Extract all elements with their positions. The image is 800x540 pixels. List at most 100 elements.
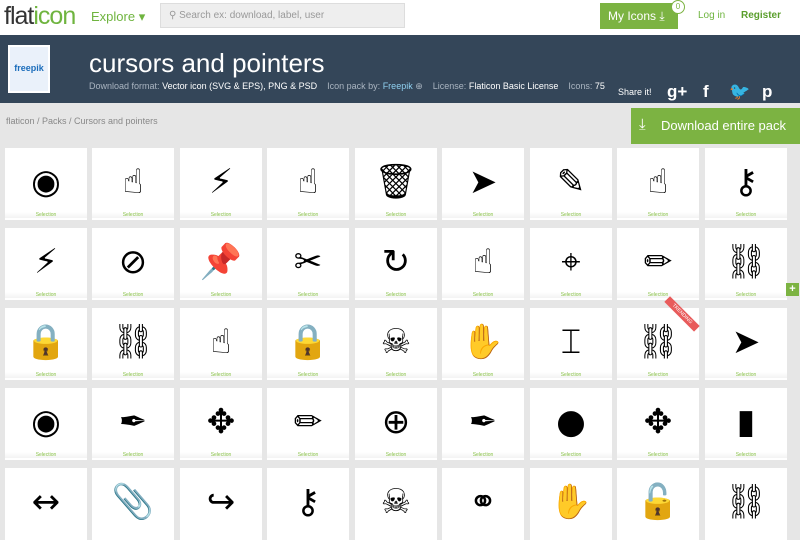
selection-label[interactable]: Selection — [617, 212, 699, 218]
selection-label[interactable]: Selection — [355, 292, 437, 298]
author-link[interactable]: Freepik — [383, 81, 413, 91]
icon-tile[interactable]: ☝ Selection — [442, 228, 524, 300]
icon-tile[interactable]: ⚡ Selection — [180, 148, 262, 220]
icon-tile[interactable]: ✏ Selection — [267, 388, 349, 460]
arrow-cursor-icon: ➤ — [468, 162, 498, 202]
icon-tile[interactable]: ✎ Selection — [530, 148, 612, 220]
icon-tile[interactable]: ✂ Selection — [267, 228, 349, 300]
selection-label[interactable]: Selection — [180, 212, 262, 218]
icon-tile[interactable]: ◉ Selection — [5, 148, 87, 220]
selection-label[interactable]: Selection — [5, 372, 87, 378]
selection-label[interactable]: Selection — [180, 292, 262, 298]
icon-tile[interactable]: ☠ — [355, 468, 437, 540]
icon-tile[interactable]: ↻ Selection — [355, 228, 437, 300]
my-icons-button[interactable]: My Icons ⤓ — [600, 3, 678, 29]
icon-tile[interactable]: ☝ Selection — [267, 148, 349, 220]
icon-tile[interactable]: ● Selection — [530, 388, 612, 460]
icon-tile[interactable]: ⚡ Selection — [5, 228, 87, 300]
selection-label[interactable]: Selection — [617, 372, 699, 378]
selection-label[interactable]: Selection — [92, 452, 174, 458]
icon-tile[interactable]: 🔒 Selection — [267, 308, 349, 380]
selection-label[interactable]: Selection — [617, 452, 699, 458]
icon-tile[interactable]: ✋ Selection — [442, 308, 524, 380]
pack-author-logo[interactable]: freepik — [8, 45, 50, 93]
selection-label[interactable]: Selection — [92, 292, 174, 298]
icon-tile[interactable]: ⛓ Selection TRENDING — [617, 296, 700, 380]
selection-label[interactable]: Selection — [5, 452, 87, 458]
icon-tile[interactable]: 🗑 Selection — [355, 148, 437, 220]
selection-label[interactable]: Selection — [355, 372, 437, 378]
icon-tile[interactable]: ⚷ — [267, 468, 349, 540]
selection-label[interactable]: Selection — [92, 372, 174, 378]
plus-icon[interactable]: + — [786, 283, 799, 296]
pinterest-icon[interactable]: p — [762, 82, 772, 102]
icon-tile[interactable]: 📎 — [92, 468, 174, 540]
keyhole-icon: ● — [556, 402, 586, 442]
icon-tile[interactable]: ✒ Selection — [92, 388, 174, 460]
selection-label[interactable]: Selection — [355, 452, 437, 458]
icon-tile[interactable]: ⌖ Selection — [530, 228, 612, 300]
website-icon[interactable]: ⊕ — [415, 81, 423, 91]
icon-tile[interactable]: 📌 Selection — [180, 228, 262, 300]
selection-label[interactable]: Selection — [442, 452, 524, 458]
icon-tile[interactable]: ➤ Selection — [442, 148, 524, 220]
selection-label[interactable]: Selection — [442, 212, 524, 218]
selection-label[interactable]: Selection — [180, 372, 262, 378]
selection-label[interactable]: Selection — [355, 212, 437, 218]
selection-label[interactable]: Selection — [5, 212, 87, 218]
icon-tile[interactable]: ⛓ — [705, 468, 787, 540]
icon-tile[interactable]: ✋ — [530, 468, 612, 540]
icon-tile[interactable]: ◉ Selection — [5, 388, 87, 460]
selection-label[interactable]: Selection — [180, 452, 262, 458]
icon-tile[interactable]: ✥ Selection — [180, 388, 262, 460]
icon-tile[interactable]: ⛓ Selection — [92, 308, 174, 380]
login-link[interactable]: Log in — [698, 10, 725, 21]
selection-label[interactable]: Selection — [267, 372, 349, 378]
icon-tile[interactable]: ✏ Selection — [617, 228, 699, 300]
selection-label[interactable]: Selection — [442, 292, 524, 298]
selection-label[interactable]: Selection — [705, 372, 787, 378]
selection-label[interactable]: Selection — [530, 212, 612, 218]
icon-tile[interactable]: ✥ Selection — [617, 388, 699, 460]
icon-tile[interactable]: ⛓ Selection — [705, 228, 787, 300]
selection-label[interactable]: Selection — [705, 292, 787, 298]
selection-label[interactable]: Selection — [267, 292, 349, 298]
icon-tile[interactable]: 🔒 Selection — [5, 308, 87, 380]
icon-tile[interactable]: ☠ Selection — [355, 308, 437, 380]
selection-label[interactable]: Selection — [5, 292, 87, 298]
selection-label[interactable]: Selection — [267, 452, 349, 458]
flaticon-logo[interactable]: flaticon — [4, 2, 76, 31]
selection-label[interactable]: Selection — [530, 372, 612, 378]
breadcrumb[interactable]: flaticon / Packs / Cursors and pointers — [6, 116, 158, 126]
google-plus-icon[interactable]: g+ — [667, 82, 687, 102]
icon-tile[interactable]: ⚷ Selection — [705, 148, 787, 220]
selection-label[interactable]: Selection — [530, 452, 612, 458]
selection-label[interactable]: Selection — [92, 212, 174, 218]
selection-label[interactable]: Selection — [705, 452, 787, 458]
selection-label[interactable]: Selection — [617, 292, 699, 298]
download-pack-button[interactable]: ⤓ Download entire pack — [631, 108, 800, 144]
icon-tile[interactable]: ☝ Selection — [617, 148, 699, 220]
license-link[interactable]: Flaticon Basic License — [469, 81, 559, 91]
explore-menu[interactable]: Explore ▾ — [91, 9, 145, 25]
icon-tile[interactable]: ☝ Selection — [180, 308, 262, 380]
selection-label[interactable]: Selection — [267, 212, 349, 218]
icon-tile[interactable]: ▮ Selection — [705, 388, 787, 460]
selection-label[interactable]: Selection — [530, 292, 612, 298]
twitter-icon[interactable]: 🐦 — [729, 82, 750, 102]
icon-tile[interactable]: 🔓 — [617, 468, 699, 540]
icon-tile[interactable]: ⚭ — [442, 468, 524, 540]
register-link[interactable]: Register — [741, 10, 781, 21]
icon-tile[interactable]: ☝ Selection — [92, 148, 174, 220]
icon-tile[interactable]: ↔ — [5, 468, 87, 540]
icon-tile[interactable]: ⊘ Selection — [92, 228, 174, 300]
icon-tile[interactable]: ↪ — [180, 468, 262, 540]
icon-tile[interactable]: ➤ Selection — [705, 308, 787, 380]
icon-tile[interactable]: ⌶ Selection — [530, 308, 612, 380]
selection-label[interactable]: Selection — [442, 372, 524, 378]
facebook-icon[interactable]: f — [703, 82, 709, 102]
icon-tile[interactable]: ✒ Selection — [442, 388, 524, 460]
icon-tile[interactable]: ⊕ Selection — [355, 388, 437, 460]
selection-label[interactable]: Selection — [705, 212, 787, 218]
search-input[interactable]: ⚲ Search ex: download, label, user — [160, 3, 405, 28]
